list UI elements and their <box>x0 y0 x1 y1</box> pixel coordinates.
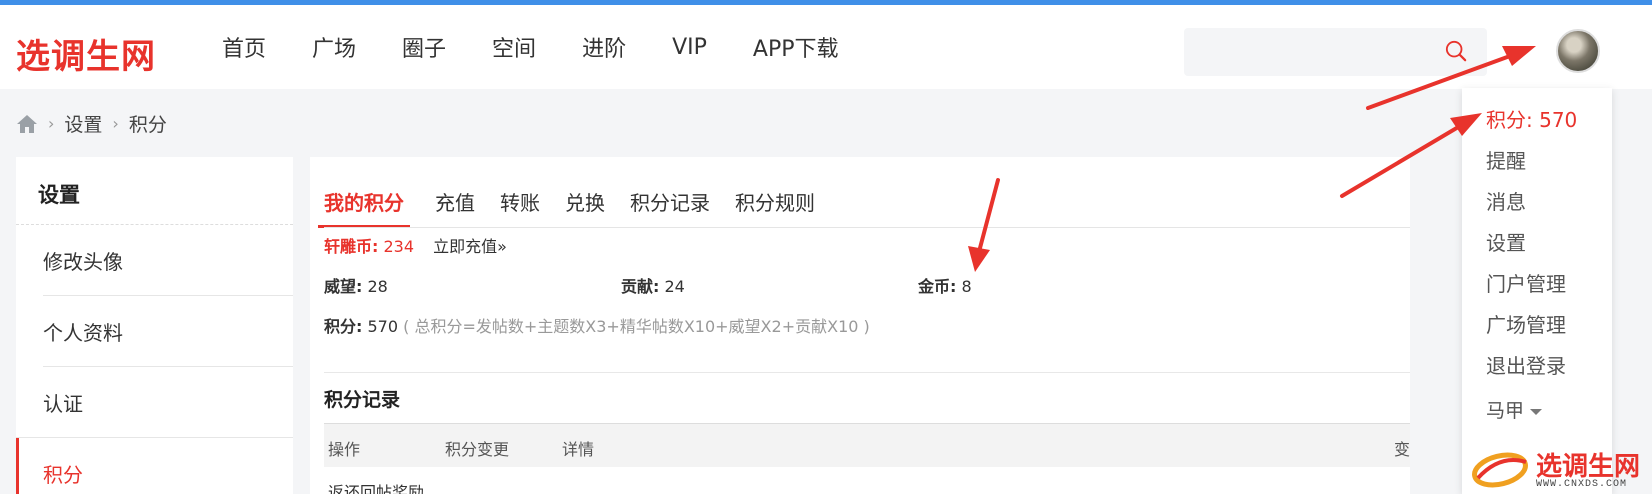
breadcrumb: › 设置 › 积分 <box>16 110 167 137</box>
dropdown-settings[interactable]: 设置 <box>1486 227 1526 256</box>
col-action: 操作 <box>328 440 361 459</box>
caret-down-icon <box>1530 408 1543 415</box>
section-divider <box>324 372 1410 373</box>
settings-sidebar: 设置 修改头像 个人资料 认证 积分 <box>16 157 293 494</box>
chevron-right-icon: › <box>48 114 55 133</box>
user-dropdown-menu: 积分: 570 提醒 消息 设置 门户管理 广场管理 退出登录 马甲 <box>1462 88 1612 494</box>
tab-my-points[interactable]: 我的积分 <box>318 187 410 228</box>
gold-label: 金币: <box>918 277 957 296</box>
nav-square[interactable]: 广场 <box>312 31 356 63</box>
nav-home[interactable]: 首页 <box>222 31 266 63</box>
tab-points-rules[interactable]: 积分规则 <box>735 187 815 228</box>
dropdown-messages[interactable]: 消息 <box>1486 186 1526 215</box>
col-detail: 详情 <box>562 440 595 459</box>
watermark: 选调生网 WWW.CNXDS.COM <box>1470 446 1650 494</box>
table-row: 返还回帖奖励 <box>328 483 425 494</box>
nav-app-download[interactable]: APP下载 <box>753 31 839 63</box>
col-change: 积分变更 <box>445 440 510 459</box>
prestige-label: 威望: <box>324 277 363 296</box>
search-input[interactable] <box>1184 28 1487 76</box>
site-logo[interactable]: 选调生网 <box>16 29 156 78</box>
tab-exchange[interactable]: 兑换 <box>565 187 605 228</box>
nav-space[interactable]: 空间 <box>492 31 536 63</box>
sidebar-item-profile[interactable]: 个人资料 <box>16 296 293 367</box>
search-icon[interactable] <box>1445 40 1467 62</box>
sidebar-item-avatar[interactable]: 修改头像 <box>16 225 293 296</box>
nav-vip[interactable]: VIP <box>672 35 707 60</box>
coin-row: 轩雕币: 234 立即充值» <box>324 233 507 257</box>
sidebar-item-verify[interactable]: 认证 <box>16 367 293 438</box>
watermark-logo-icon <box>1472 452 1528 488</box>
tab-recharge[interactable]: 充值 <box>435 187 475 228</box>
tab-points-log[interactable]: 积分记录 <box>630 187 710 228</box>
coin-value: 234 <box>383 237 415 256</box>
gold-value: 8 <box>961 277 972 296</box>
points-formula: ( 总积分=发帖数+主题数X3+精华帖数X10+威望X2+贡献X10 ) <box>403 317 870 336</box>
sidebar-item-label: 修改头像 <box>43 250 123 274</box>
breadcrumb-settings[interactable]: 设置 <box>64 110 102 137</box>
nav-advance[interactable]: 进阶 <box>582 31 626 63</box>
col-time: 变 <box>1394 440 1411 459</box>
contrib-label: 贡献: <box>621 277 660 296</box>
sidebar-item-label: 个人资料 <box>43 321 123 345</box>
user-avatar[interactable] <box>1556 29 1600 73</box>
watermark-url: WWW.CNXDS.COM <box>1536 479 1628 490</box>
sidebar-item-label: 积分 <box>43 463 83 487</box>
points-table-header: 操作 积分变更 详情 变 <box>324 423 1410 467</box>
sidebar-item-label: 认证 <box>43 392 83 416</box>
dropdown-user-label: 马甲 <box>1486 400 1525 422</box>
points-record-title: 积分记录 <box>324 389 401 411</box>
breadcrumb-points: 积分 <box>128 114 167 136</box>
nav-circle[interactable]: 圈子 <box>402 31 446 63</box>
sidebar-title: 设置 <box>16 157 293 225</box>
sidebar-item-points[interactable]: 积分 <box>16 438 293 494</box>
total-points-row: 积分: 570 ( 总积分=发帖数+主题数X3+精华帖数X10+威望X2+贡献X… <box>324 313 870 337</box>
dropdown-points[interactable]: 积分: 570 <box>1486 104 1577 133</box>
dropdown-portal-admin[interactable]: 门户管理 <box>1486 268 1566 297</box>
points-value: 570 <box>367 317 399 336</box>
chevron-right-icon: › <box>112 114 119 133</box>
points-tabs: 我的积分 充值 转账 兑换 积分记录 积分规则 <box>318 187 840 228</box>
recharge-link[interactable]: 立即充值» <box>433 237 507 256</box>
dropdown-square-admin[interactable]: 广场管理 <box>1486 309 1566 338</box>
tab-divider <box>324 227 1410 228</box>
contrib-value: 24 <box>664 277 685 296</box>
points-panel: 我的积分 充值 转账 兑换 积分记录 积分规则 轩雕币: 234 立即充值» 威… <box>310 157 1410 494</box>
main-nav: 首页 广场 圈子 空间 进阶 VIP APP下载 <box>222 5 884 89</box>
dropdown-logout[interactable]: 退出登录 <box>1486 350 1566 379</box>
prestige-value: 28 <box>367 277 388 296</box>
home-icon[interactable] <box>16 114 38 134</box>
coin-label: 轩雕币: <box>324 237 379 256</box>
site-header: 选调生网 首页 广场 圈子 空间 进阶 VIP APP下载 <box>0 5 1652 89</box>
dropdown-user-switch[interactable]: 马甲 <box>1486 396 1543 423</box>
points-label: 积分: <box>324 317 363 336</box>
tab-transfer[interactable]: 转账 <box>500 187 540 228</box>
watermark-text: 选调生网 <box>1536 452 1641 482</box>
dropdown-reminder[interactable]: 提醒 <box>1486 145 1526 174</box>
